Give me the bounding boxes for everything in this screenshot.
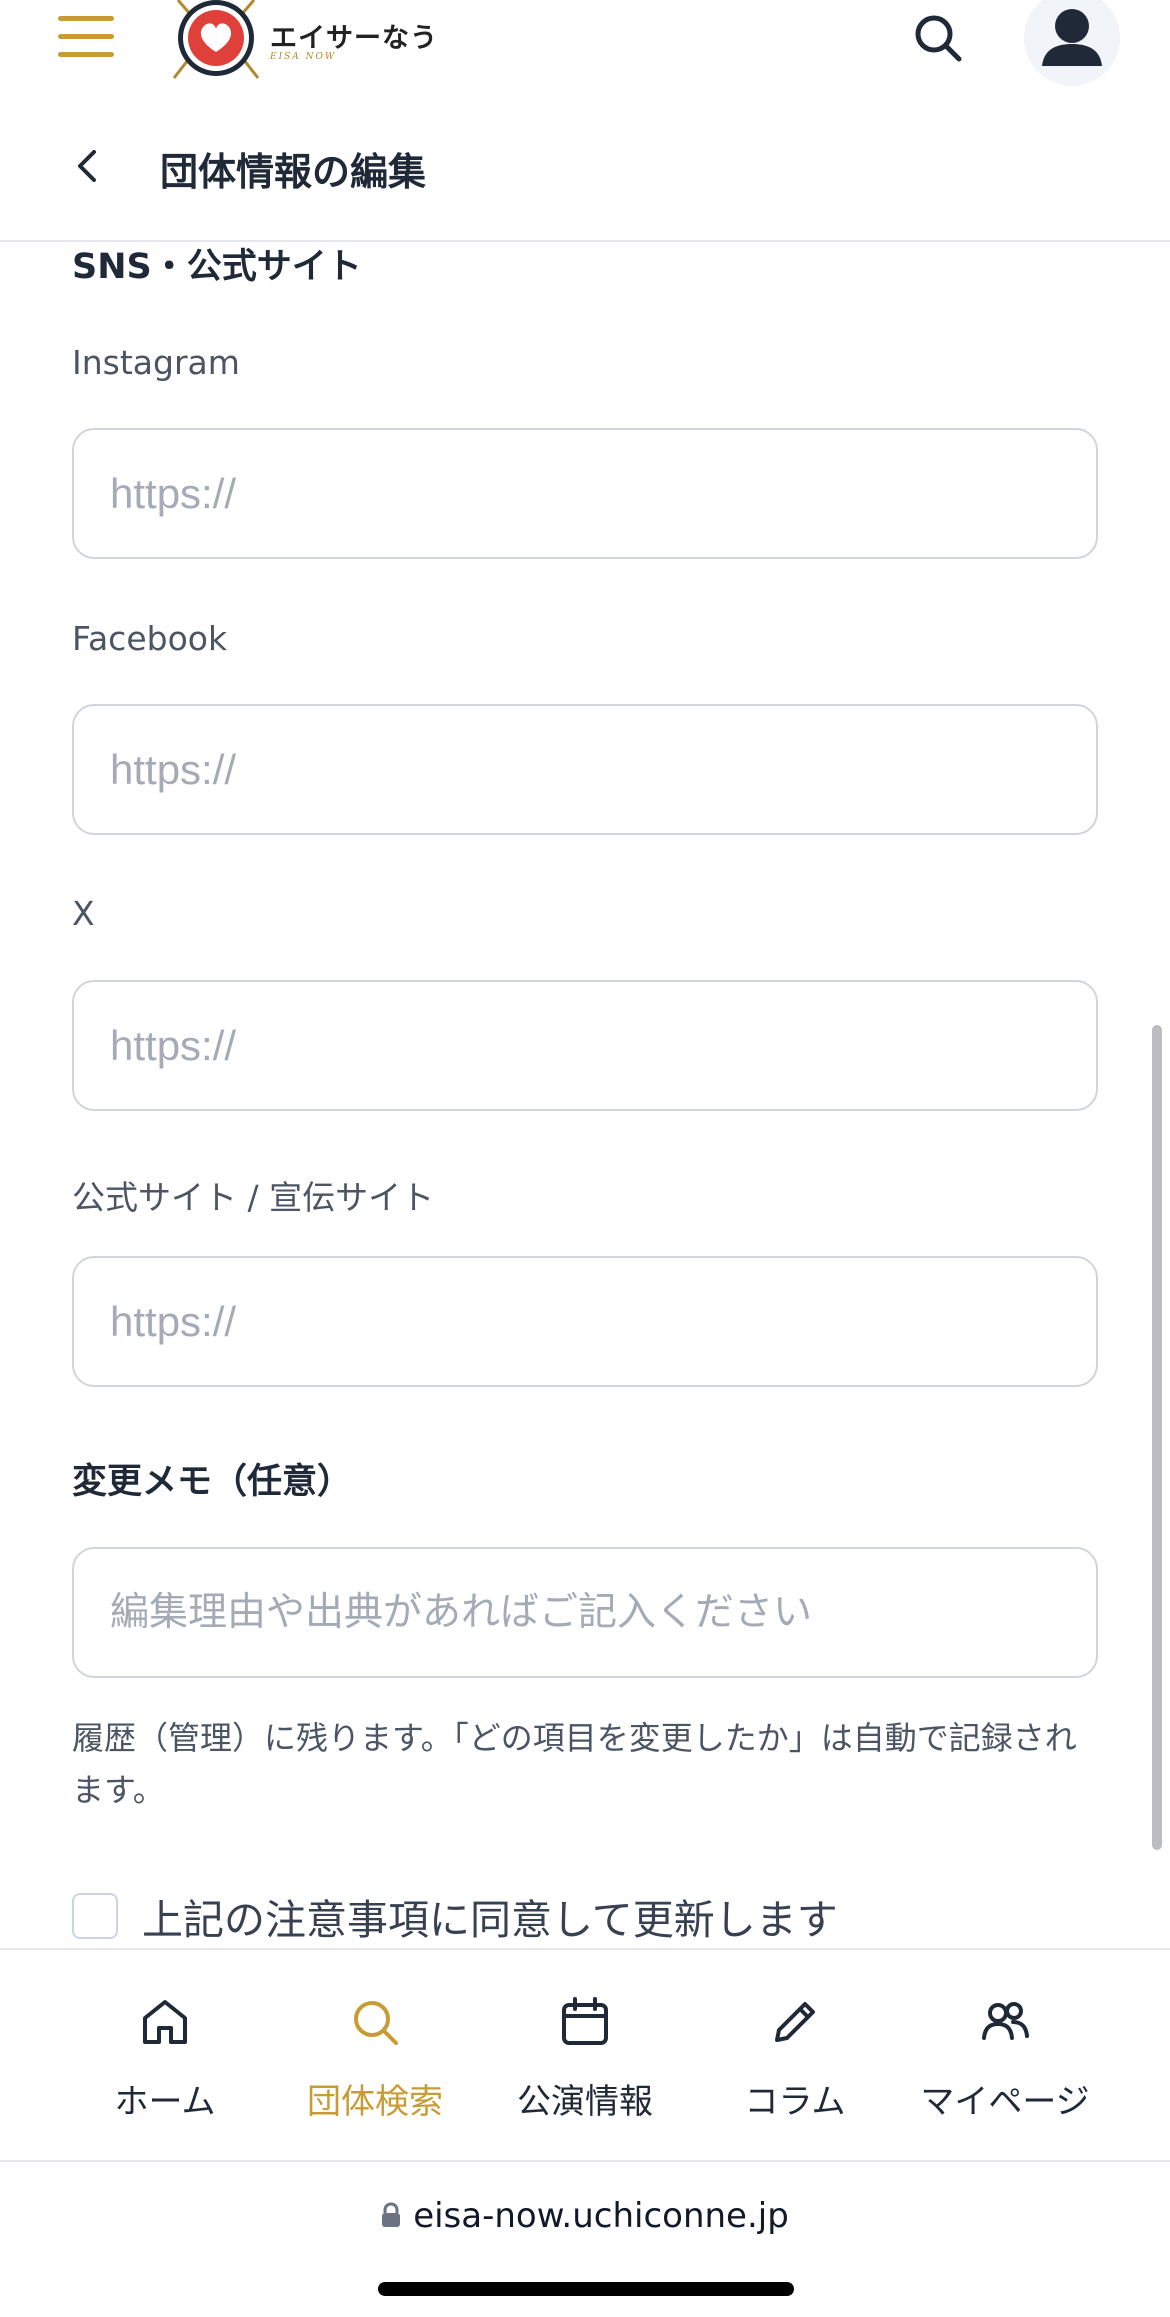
agree-checkbox[interactable] <box>72 1893 118 1939</box>
tab-performances[interactable]: 公演情報 <box>480 1950 690 2160</box>
official-site-input[interactable] <box>72 1256 1098 1387</box>
users-icon <box>982 2002 1029 2040</box>
facebook-input[interactable] <box>72 704 1098 835</box>
tab-performances-label: 公演情報 <box>517 2082 653 2122</box>
tab-home[interactable]: ホーム <box>60 1950 270 2160</box>
logo-drum-icon <box>172 0 260 79</box>
logo-subtitle: EISA NOW <box>270 52 337 62</box>
tab-column-label: コラム <box>744 2082 846 2122</box>
url-text: eisa-now.uchiconne.jp <box>413 2196 789 2236</box>
calendar-icon <box>562 1997 608 2045</box>
instagram-input[interactable] <box>72 428 1098 559</box>
user-icon <box>1042 9 1102 66</box>
logo-title: エイサーなう <box>270 23 438 54</box>
tab-column[interactable]: コラム <box>690 1950 900 2160</box>
pencil-icon <box>775 2002 815 2042</box>
x-label: X <box>72 894 95 933</box>
bottom-tab-bar: ホーム 団体検索 公演情報 コラム マイページ <box>0 1948 1170 2160</box>
tab-group-search-label: 団体検索 <box>307 2082 443 2122</box>
memo-help-text: 履歴（管理）に残ります。「どの項目を変更したか」は自動で記録されます。 <box>72 1719 1077 1809</box>
change-memo-label: 変更メモ（任意） <box>72 1462 353 1502</box>
menu-icon[interactable] <box>58 14 114 60</box>
search-icon <box>354 2001 398 2045</box>
x-input[interactable] <box>72 980 1098 1111</box>
scrollbar[interactable] <box>1152 1025 1162 1850</box>
facebook-label: Facebook <box>72 619 228 658</box>
back-chevron-icon[interactable] <box>70 146 104 186</box>
url-display[interactable]: eisa-now.uchiconne.jp <box>0 2196 1170 2236</box>
official-site-label: 公式サイト / 宣伝サイト <box>72 1178 435 1217</box>
agree-label[interactable]: 上記の注意事項に同意して更新します <box>142 1886 838 1946</box>
home-icon <box>143 2000 187 2044</box>
section-title: SNS・公式サイト <box>72 247 362 287</box>
tab-mypage[interactable]: マイページ <box>900 1950 1110 2160</box>
instagram-label: Instagram <box>72 343 240 382</box>
change-memo-input[interactable] <box>72 1547 1098 1678</box>
agree-row[interactable]: 上記の注意事項に同意して更新します <box>72 1888 838 1944</box>
tab-mypage-label: マイページ <box>920 2082 1090 2122</box>
avatar[interactable] <box>1024 0 1120 86</box>
page-title: 団体情報の編集 <box>160 150 427 194</box>
browser-address-bar: eisa-now.uchiconne.jp <box>0 2160 1170 2317</box>
search-icon[interactable] <box>912 12 964 64</box>
tab-group-search[interactable]: 団体検索 <box>270 1950 480 2160</box>
app-header: エイサーなう EISA NOW 団体情報の編集 <box>0 0 1170 242</box>
tab-home-label: ホーム <box>114 2082 216 2122</box>
site-logo[interactable]: エイサーなう EISA NOW <box>170 0 437 80</box>
lock-icon <box>382 2201 401 2227</box>
home-indicator <box>378 2282 794 2296</box>
